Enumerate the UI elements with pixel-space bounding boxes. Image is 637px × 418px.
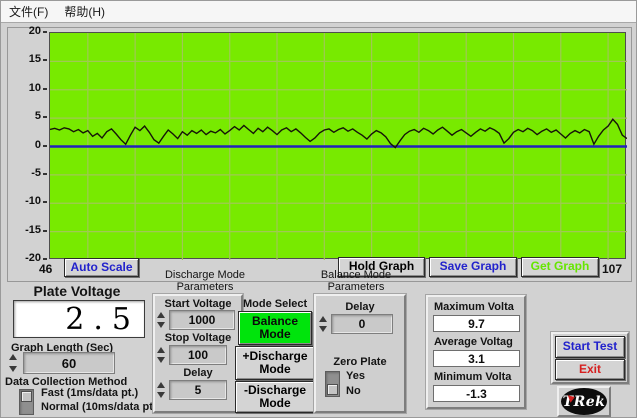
- save-graph-button[interactable]: Save Graph: [429, 257, 517, 277]
- app-window: 文件(F) 帮助(H) 46 107 Auto Scale Hold Graph…: [0, 0, 637, 418]
- y-tick-mark: [43, 31, 47, 33]
- plot-svg: [50, 33, 627, 260]
- average-voltage-label: Average Voltag: [434, 336, 526, 348]
- discharge-delay-label: Delay: [153, 367, 243, 379]
- step-down-icon[interactable]: [157, 357, 165, 363]
- discharge-delay-value[interactable]: 5: [169, 380, 227, 400]
- y-tick-label: -5: [7, 167, 41, 179]
- x-axis-min-label: 46: [39, 262, 52, 276]
- stop-voltage-stepper[interactable]: [157, 347, 167, 363]
- minus-discharge-mode-button[interactable]: -Discharge Mode: [235, 381, 315, 413]
- menu-file[interactable]: 文件(F): [1, 0, 56, 23]
- plus-discharge-mode-button[interactable]: +Discharge Mode: [235, 346, 315, 380]
- auto-scale-button[interactable]: Auto Scale: [64, 258, 139, 277]
- y-tick-label: 20: [7, 25, 41, 37]
- plate-voltage-label: Plate Voltage: [11, 283, 143, 299]
- voltage-chart: [49, 32, 626, 259]
- discharge-delay-stepper[interactable]: [157, 382, 167, 398]
- trek-logo: TRek: [557, 386, 611, 417]
- menu-help[interactable]: 帮助(H): [56, 0, 113, 23]
- start-test-button[interactable]: Start Test: [555, 336, 625, 358]
- y-tick-label: 10: [7, 82, 41, 94]
- y-tick-label: -10: [7, 195, 41, 207]
- start-voltage-value[interactable]: 1000: [169, 310, 235, 330]
- action-buttons-panel: Start Test Exit: [551, 332, 629, 384]
- graph-length-value[interactable]: 60: [23, 352, 115, 374]
- stop-voltage-label: Stop Voltage: [153, 332, 243, 344]
- zero-plate-option-yes[interactable]: Yes: [346, 370, 365, 382]
- menu-bar: 文件(F) 帮助(H): [1, 1, 637, 23]
- y-tick-mark: [43, 88, 47, 90]
- discharge-title-line1: Discharge Mode: [149, 269, 261, 281]
- zero-plate-option-no[interactable]: No: [346, 385, 361, 397]
- y-tick-label: 15: [7, 53, 41, 65]
- y-tick-label: 5: [7, 110, 41, 122]
- mode-select-label: Mode Select: [243, 298, 323, 310]
- step-down-icon[interactable]: [157, 322, 165, 328]
- step-down-icon[interactable]: [157, 392, 165, 398]
- balance-mode-button[interactable]: Balance Mode: [238, 311, 312, 345]
- minimum-voltage-value: -1.3: [433, 385, 520, 402]
- y-tick-mark: [43, 173, 47, 175]
- start-voltage-label: Start Voltage: [153, 298, 243, 310]
- data-collection-switch[interactable]: [19, 389, 34, 415]
- step-up-icon[interactable]: [157, 382, 165, 388]
- y-tick-mark: [43, 230, 47, 232]
- zero-plate-switch[interactable]: [325, 371, 340, 397]
- balance-delay-label: Delay: [314, 301, 406, 313]
- average-voltage-value: 3.1: [433, 350, 520, 367]
- minus-discharge-button-line2: Mode: [259, 397, 290, 410]
- maximum-voltage-value: 9.7: [433, 315, 520, 332]
- get-graph-button[interactable]: Get Graph: [521, 257, 599, 277]
- y-tick-mark: [43, 145, 47, 147]
- step-down-icon[interactable]: [319, 326, 327, 332]
- y-tick-label: -20: [7, 252, 41, 264]
- step-down-icon[interactable]: [9, 366, 17, 372]
- start-voltage-stepper[interactable]: [157, 312, 167, 328]
- step-up-icon[interactable]: [157, 347, 165, 353]
- stop-voltage-value[interactable]: 100: [169, 345, 227, 365]
- plate-voltage-display: 2.5: [13, 300, 145, 338]
- balance-mode-button-line2: Mode: [259, 328, 290, 341]
- switch-knob[interactable]: [21, 391, 32, 402]
- y-tick-mark: [43, 258, 47, 260]
- balance-title-line2: Parameters: [304, 281, 408, 293]
- data-collection-option-fast[interactable]: Fast (1ms/data pt.): [41, 387, 138, 399]
- step-up-icon[interactable]: [157, 312, 165, 318]
- switch-knob[interactable]: [327, 384, 338, 395]
- balance-title-line1: Balance Mode: [304, 269, 408, 281]
- y-tick-mark: [43, 116, 47, 118]
- step-up-icon[interactable]: [319, 316, 327, 322]
- data-collection-option-normal[interactable]: Normal (10ms/data pt.): [41, 401, 160, 413]
- trek-logo-oval: TRek: [561, 388, 607, 415]
- plus-discharge-button-line2: Mode: [259, 363, 290, 376]
- y-tick-label: 0: [7, 139, 41, 151]
- y-tick-mark: [43, 201, 47, 203]
- voltage-stats-panel: Maximum Volta 9.7 Average Voltag 3.1 Min…: [426, 295, 526, 409]
- exit-button[interactable]: Exit: [555, 359, 625, 380]
- x-axis-max-label: 107: [602, 262, 622, 276]
- maximum-voltage-label: Maximum Volta: [434, 301, 526, 313]
- zero-plate-label: Zero Plate: [314, 356, 406, 368]
- minimum-voltage-label: Minimum Volta: [434, 371, 526, 383]
- y-tick-mark: [43, 59, 47, 61]
- discharge-title-line2: Parameters: [149, 281, 261, 293]
- y-tick-label: -15: [7, 224, 41, 236]
- graph-length-stepper[interactable]: [9, 354, 19, 372]
- balance-delay-stepper[interactable]: [319, 316, 329, 332]
- balance-delay-value[interactable]: 0: [331, 314, 393, 334]
- step-up-icon[interactable]: [9, 354, 17, 360]
- plate-voltage-trace: [50, 119, 627, 147]
